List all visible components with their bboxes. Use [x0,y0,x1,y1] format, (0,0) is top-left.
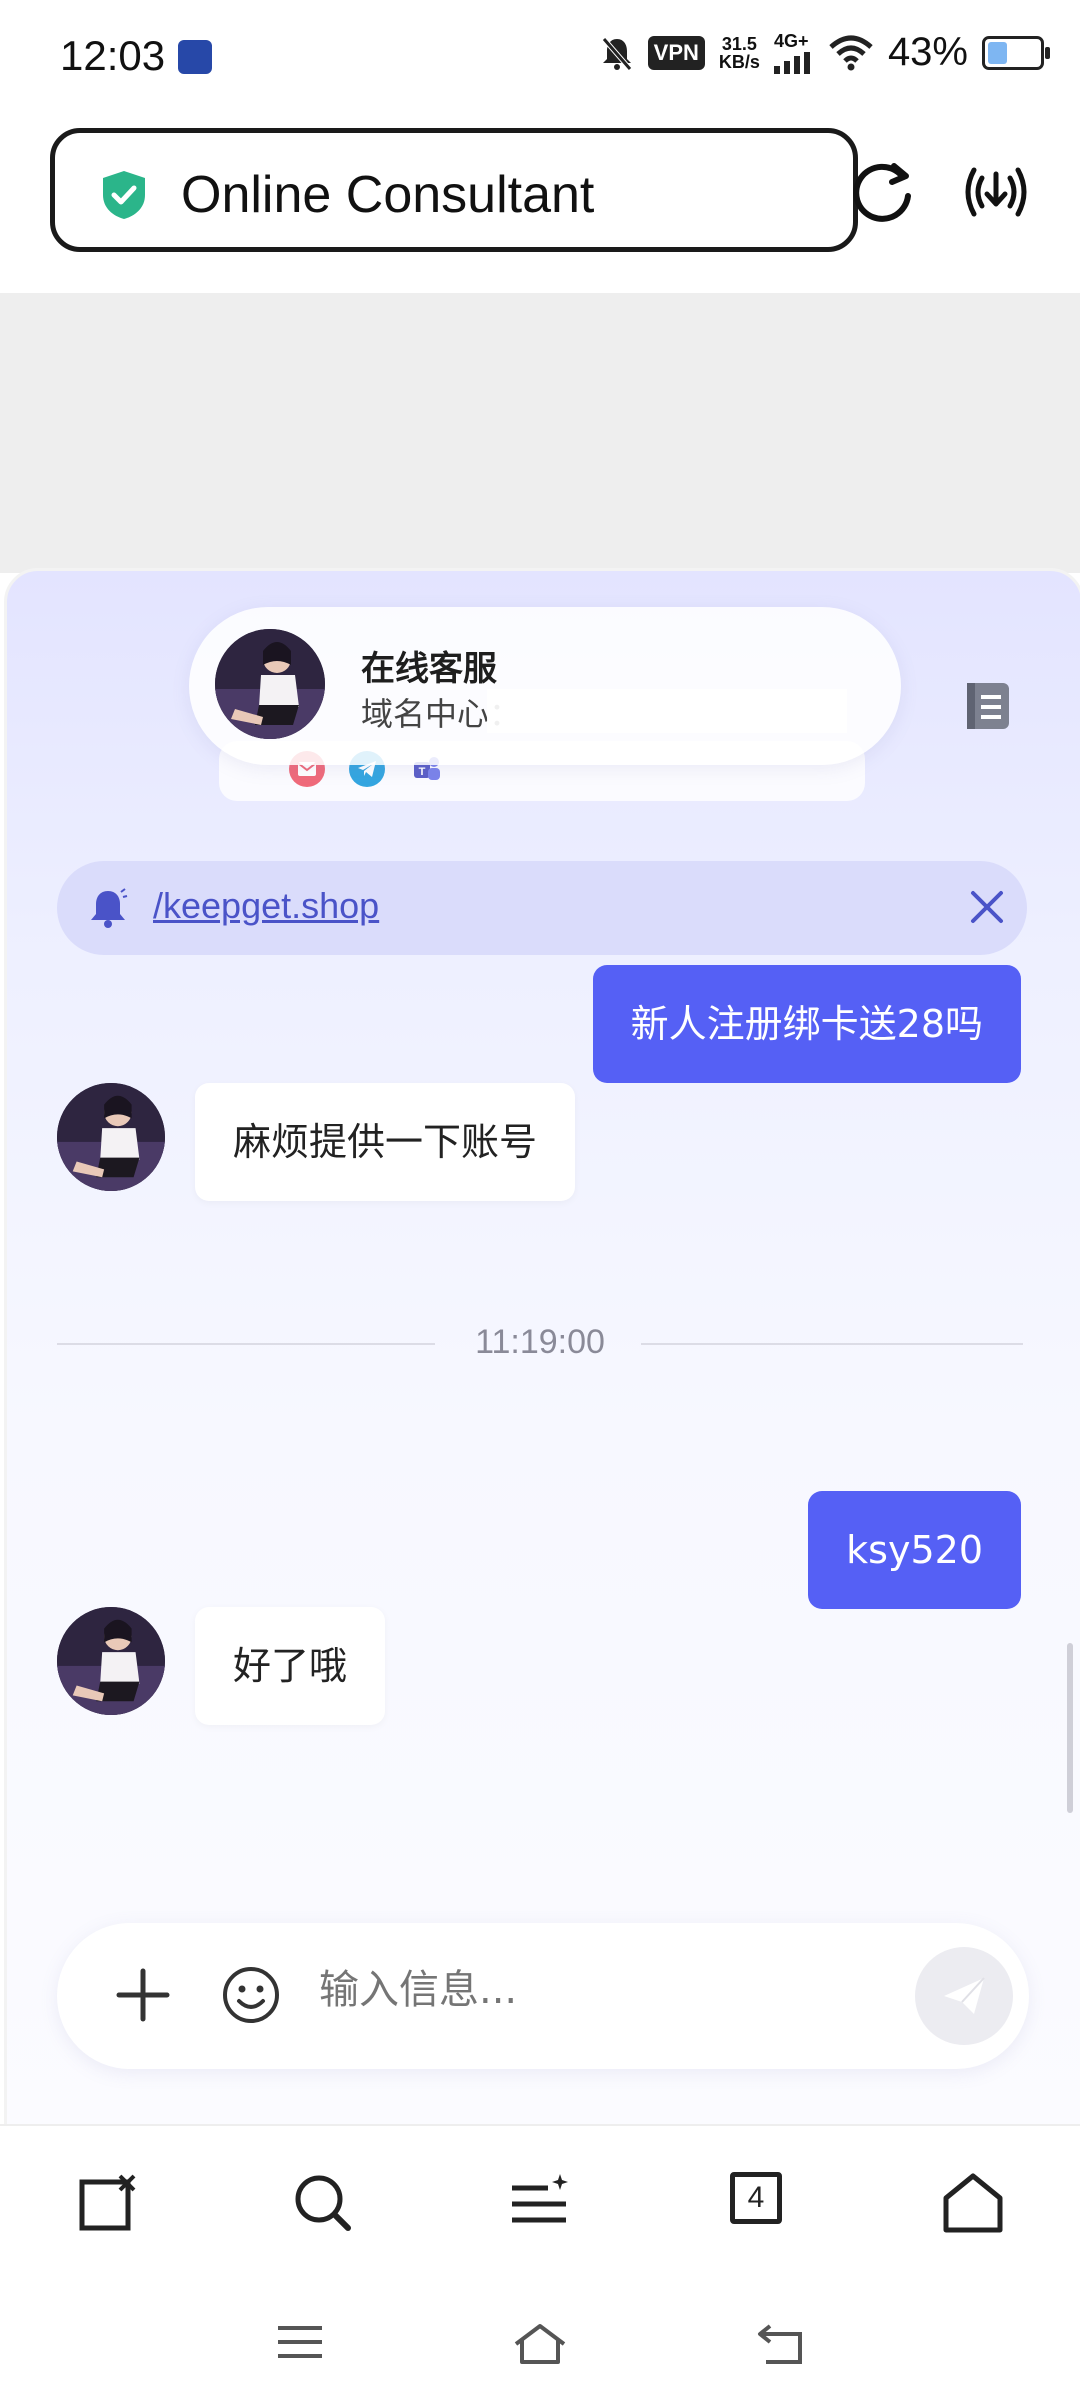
chat-scrollbar[interactable] [1067,1643,1073,1813]
back-icon[interactable] [756,2322,806,2366]
home-nav-icon[interactable] [512,2322,568,2366]
page-title: Online Consultant [181,166,595,224]
search-icon[interactable] [292,2172,354,2234]
battery-icon [982,35,1050,70]
download-broadcast-icon[interactable] [960,158,1032,226]
divider-line-right [641,1343,1023,1345]
redacted-block [487,689,847,733]
agent-avatar [215,629,325,739]
battery-nub [1045,46,1050,59]
network-type: 4G+ [773,31,809,51]
page-backdrop [0,293,1080,573]
message-bubble-sent: 新人注册绑卡送28吗 [592,965,1021,1083]
agent-card[interactable]: 在线客服 域名中心： [189,607,901,765]
send-button[interactable] [915,1947,1013,2045]
wifi-icon [829,35,873,70]
chat-panel: T 在线客服 域名中心： /keepget.shop 新人注册绑卡送28吗 麻烦… [4,568,1080,2130]
vpn-badge: VPN [647,35,705,70]
bell-icon [91,888,128,928]
battery-fill [988,41,1007,64]
signal-group: 4G+ [773,31,814,74]
notice-bar: /keepget.shop [57,861,1027,955]
menu-sparkle-icon[interactable] [508,2172,570,2234]
address-bar[interactable]: Online Consultant [50,128,858,252]
recents-icon[interactable] [276,2322,324,2362]
network-speed: 31.5 KB/s [719,35,760,71]
message-bubble-received: 麻烦提供一下账号 [195,1083,576,1201]
shield-check-icon [103,171,145,219]
app-notification-icon [178,40,212,74]
agent-name: 在线客服 [361,649,497,689]
tab-count-button[interactable]: 4 [730,2172,782,2224]
new-tab-close-icon[interactable] [78,2172,140,2234]
notice-link[interactable]: /keepget.shop [153,885,379,927]
plus-icon[interactable] [113,1965,173,2025]
close-icon[interactable] [967,887,1007,927]
status-indicators: VPN 31.5 KB/s 4G+ 43% [600,30,1050,75]
message-composer [57,1923,1029,2069]
network-speed-unit: KB/s [718,51,760,72]
agent-message-avatar [57,1607,165,1715]
mute-bell-icon [601,36,632,71]
emoji-icon[interactable] [221,1965,281,2025]
browser-toolbar: 4 [0,2124,1080,2286]
network-speed-value: 31.5 [721,33,757,54]
send-icon [944,1977,985,2014]
reload-icon[interactable] [850,158,918,226]
svg-text:T: T [419,766,426,778]
notebook-icon[interactable] [961,679,1015,733]
home-icon[interactable] [942,2172,1004,2234]
agent-message-avatar [57,1083,165,1191]
status-bar: 12:03 VPN 31.5 KB/s 4G+ 43% [0,0,1080,115]
system-navigation [0,2284,1080,2400]
status-time: 12:03 [60,32,166,79]
battery-percent: 43% [887,30,968,74]
time-divider: 11:19:00 [57,1313,1023,1373]
signal-icon [773,52,810,74]
message-bubble-received: 好了哦 [195,1607,386,1725]
message-input[interactable] [319,1967,899,2013]
message-bubble-sent: ksy520 [808,1491,1021,1609]
